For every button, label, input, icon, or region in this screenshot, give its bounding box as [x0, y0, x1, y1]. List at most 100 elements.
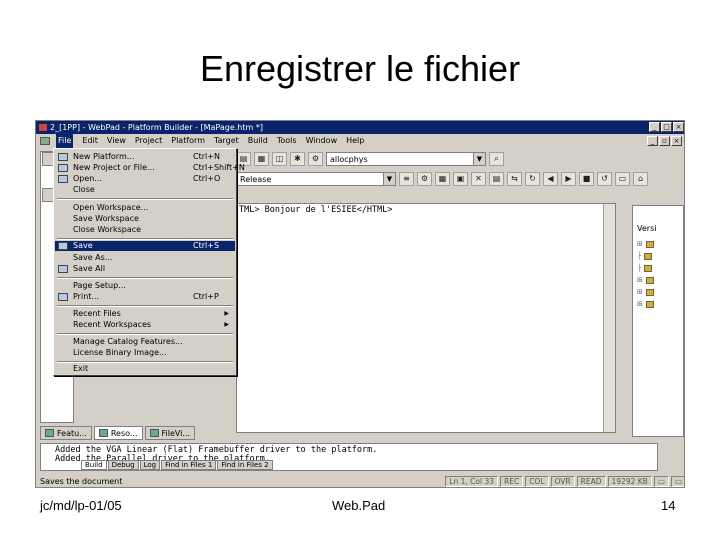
close-button[interactable]: ×	[673, 122, 684, 132]
submenu-arrow-icon: ▶	[224, 310, 229, 317]
forward-icon[interactable]: ▶	[561, 172, 576, 186]
output-tab-find2[interactable]: Find in Files 2	[217, 460, 273, 470]
menu-tools[interactable]: Tools	[277, 134, 297, 148]
back-icon[interactable]: ◀	[543, 172, 558, 186]
tab-resources[interactable]: Reso...	[93, 426, 143, 440]
rebuild-icon[interactable]: ▣	[453, 172, 468, 186]
output-tab-find1[interactable]: Find in Files 1	[161, 460, 217, 470]
menu-item-exit[interactable]: Exit	[55, 364, 235, 374]
output-pane[interactable]: Added the VGA Linear (Flat) Framebuffer …	[40, 443, 658, 471]
menu-file[interactable]: File	[56, 134, 74, 148]
search-combo[interactable]: allocphys ▼	[326, 152, 486, 166]
menu-item-save[interactable]: Save Ctrl+S	[55, 241, 235, 251]
menu-project[interactable]: Project	[135, 134, 162, 148]
menu-item-label: New Project or File...	[73, 163, 155, 172]
menu-target[interactable]: Target	[214, 134, 239, 148]
run-icon[interactable]: ↻	[525, 172, 540, 186]
menu-item-recent-workspaces[interactable]: Recent Workspaces ▶	[55, 320, 235, 330]
doc-close-button[interactable]: ×	[671, 136, 682, 146]
config-combo-value: Release	[240, 174, 272, 184]
menu-item-page-setup[interactable]: Page Setup...	[55, 281, 235, 291]
minimize-button[interactable]: _	[649, 122, 660, 132]
compile-icon[interactable]: ⚙	[417, 172, 432, 186]
menu-view[interactable]: View	[107, 134, 126, 148]
menu-item-save-workspace[interactable]: Save Workspace	[55, 214, 235, 224]
menu-build[interactable]: Build	[248, 134, 268, 148]
target-icon[interactable]: ▤	[489, 172, 504, 186]
chevron-down-icon[interactable]: ▼	[473, 153, 485, 165]
wizard-icon[interactable]: ✱	[290, 152, 305, 166]
build-all-icon[interactable]: ▦	[435, 172, 450, 186]
window-title: 2_[1PP] - WebPad - Platform Builder - [M…	[50, 123, 263, 132]
menu-item-print[interactable]: Print... Ctrl+P	[55, 292, 235, 302]
tree-row[interactable]: ⊞	[637, 300, 654, 308]
menu-item-label: Recent Files	[73, 309, 121, 318]
tree-row[interactable]: ⊞	[637, 288, 654, 296]
menu-item-save-all[interactable]: Save All	[55, 264, 235, 274]
output-tab-log[interactable]: Log	[139, 460, 161, 470]
folder-icon	[644, 264, 653, 272]
page-icon[interactable]: ▭	[615, 172, 630, 186]
menu-item-label: Open...	[73, 174, 102, 183]
menu-item-label: Save Workspace	[73, 214, 139, 223]
code-editor[interactable]: TML> Bonjour de l'ESIEE</HTML>	[236, 203, 616, 433]
tree-row[interactable]: ├	[637, 264, 653, 272]
tab-fileview[interactable]: FileVi...	[144, 426, 196, 440]
menu-item-license-image[interactable]: License Binary Image...	[55, 348, 235, 358]
stop-icon[interactable]: ■	[579, 172, 594, 186]
menu-help[interactable]: Help	[346, 134, 364, 148]
window-icon[interactable]: ◫	[272, 152, 287, 166]
stop-build-icon[interactable]: ✕	[471, 172, 486, 186]
folder-icon	[645, 276, 654, 284]
menu-item-save-as[interactable]: Save As...	[55, 253, 235, 263]
home-icon[interactable]: ⌂	[633, 172, 648, 186]
save-all-icon	[58, 265, 68, 273]
menu-bar: File Edit View Project Platform Target B…	[36, 134, 684, 148]
menu-item-new-platform[interactable]: New Platform... Ctrl+N	[55, 152, 235, 162]
menu-item-label: Print...	[73, 292, 100, 301]
editor-scrollbar[interactable]	[603, 204, 615, 432]
tab-features[interactable]: Featu...	[40, 426, 92, 440]
doc-restore-button[interactable]: ▫	[659, 136, 670, 146]
config-combo[interactable]: Release ▼	[236, 172, 396, 186]
refresh-icon[interactable]: ↺	[597, 172, 612, 186]
catalog-pane[interactable]: Versi ⊞ ├ ├ ⊞ ⊞ ⊞	[632, 205, 684, 437]
build-icon[interactable]: ⚙	[308, 152, 323, 166]
output-tab-debug[interactable]: Debug	[107, 460, 139, 470]
menu-platform[interactable]: Platform	[171, 134, 205, 148]
settings-icon[interactable]: ≡	[399, 172, 414, 186]
tree-row[interactable]: ├	[637, 252, 653, 260]
menu-item-label: Save	[73, 241, 93, 250]
maximize-button[interactable]: □	[661, 122, 672, 132]
menu-item-open[interactable]: Open... Ctrl+O	[55, 174, 235, 184]
menu-item-shortcut: Ctrl+P	[193, 292, 219, 301]
menu-separator	[57, 277, 233, 279]
menu-item-new-project[interactable]: New Project or File... Ctrl+Shift+N	[55, 163, 245, 173]
menu-window[interactable]: Window	[306, 134, 338, 148]
menu-edit[interactable]: Edit	[82, 134, 98, 148]
menu-item-close[interactable]: Close	[55, 185, 235, 195]
status-text: Saves the document	[40, 476, 123, 486]
find-icon[interactable]: ▦	[254, 152, 269, 166]
menu-item-close-workspace[interactable]: Close Workspace	[55, 225, 235, 235]
chevron-down-icon[interactable]: ▼	[383, 173, 395, 185]
slide-title: Enregistrer le fichier	[199, 48, 521, 89]
folder-icon	[645, 288, 654, 296]
menu-item-recent-files[interactable]: Recent Files ▶	[55, 309, 235, 319]
output-tab-build[interactable]: Build	[81, 460, 107, 470]
status-position: Ln 1, Col 33	[445, 475, 498, 487]
footer-page-number: 14	[661, 498, 676, 513]
tree-row[interactable]: ⊞	[637, 276, 654, 284]
tree-row[interactable]: ⊞	[637, 240, 654, 248]
menu-item-open-workspace[interactable]: Open Workspace...	[55, 203, 235, 213]
binoculars-icon[interactable]: ⌕	[489, 152, 504, 166]
printer-icon	[58, 293, 68, 301]
menu-separator	[57, 361, 233, 363]
menu-item-shortcut: Ctrl+N	[193, 152, 220, 161]
toolbar-build: Release ▼ ≡ ⚙ ▦ ▣ ✕ ▤ ⇆ ↻ ◀ ▶ ■ ↺ ▭ ⌂	[236, 169, 648, 189]
connect-icon[interactable]: ⇆	[507, 172, 522, 186]
doc-minimize-button[interactable]: _	[647, 136, 658, 146]
menu-item-manage-catalog[interactable]: Manage Catalog Features...	[55, 337, 235, 347]
status-icon: ▭	[653, 475, 669, 487]
menu-item-label: Manage Catalog Features...	[73, 337, 183, 346]
